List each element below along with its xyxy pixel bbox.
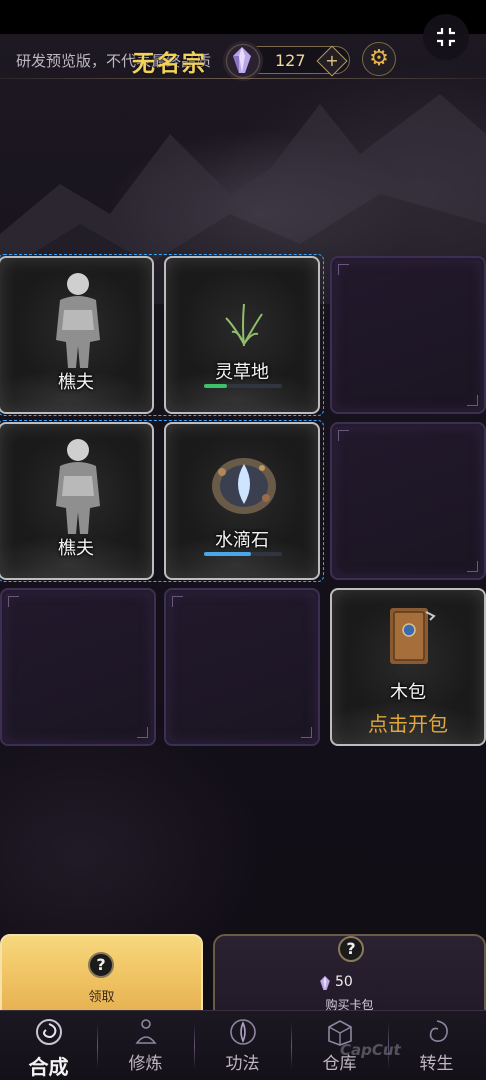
card-woodcutter[interactable]: 樵夫	[0, 422, 154, 580]
meditate-icon	[135, 1019, 157, 1044]
sect-name[interactable]: 无名宗	[132, 44, 207, 78]
tab-techniques[interactable]: 功法	[194, 1011, 291, 1080]
claim-panel[interactable]: ? 领取	[0, 934, 203, 1012]
water-drop-stone	[212, 458, 276, 514]
card-label: 水滴石	[215, 530, 269, 551]
spirit-gem-icon	[320, 976, 330, 990]
top-bar: 研发预览版，不代表最终品质 无名宗 127 + ⚙	[0, 38, 486, 84]
card-water-drop-stone[interactable]: 水滴石	[164, 422, 320, 580]
empty-slot[interactable]	[0, 588, 156, 746]
empty-slot[interactable]	[330, 256, 486, 414]
gear-icon: ⚙	[369, 46, 389, 71]
gem-counter: 127 +	[223, 41, 350, 81]
tab-rebirth[interactable]: 转生	[388, 1011, 485, 1080]
question-icon[interactable]: ?	[338, 936, 364, 962]
plus-icon: +	[325, 51, 339, 70]
nav-label: 修炼	[128, 1054, 163, 1074]
pack-price: 50	[335, 974, 353, 990]
claim-label: 领取	[88, 990, 115, 1005]
card-woodcutter[interactable]: 樵夫	[0, 256, 154, 414]
card-label: 樵夫	[58, 372, 94, 393]
tab-cultivation[interactable]: 修炼	[97, 1011, 194, 1080]
card-pack	[390, 608, 436, 664]
progress-bar	[204, 384, 282, 388]
gem-count: 127	[275, 51, 306, 70]
card-label: 樵夫	[58, 538, 94, 559]
card-label: 木包	[390, 682, 426, 703]
open-pack-label[interactable]: 点击开包	[332, 708, 484, 737]
nav-label: 合成	[28, 1055, 69, 1079]
question-icon[interactable]: ?	[88, 952, 114, 978]
card-label: 灵草地	[215, 362, 269, 383]
card-wood-pack[interactable]: 木包 点击开包	[330, 588, 486, 746]
card-spirit-herb-field[interactable]: 灵草地	[164, 256, 320, 414]
progress-fill	[204, 384, 228, 388]
nav-label: 转生	[419, 1054, 454, 1074]
progress-bar	[204, 552, 282, 556]
nav-label: 功法	[225, 1054, 260, 1074]
status-bar	[0, 0, 486, 34]
woodcutter-figure	[56, 439, 100, 534]
bottom-nav: 合成 修炼 功法 仓库 转生	[0, 1010, 486, 1080]
watermark: CapCut	[340, 1041, 401, 1059]
progress-fill	[204, 552, 251, 556]
tab-synthesis[interactable]: 合成	[0, 1011, 97, 1080]
exit-fullscreen-button[interactable]	[423, 14, 469, 60]
buy-pack-panel[interactable]: ? 50 购买卡包	[213, 934, 486, 1012]
lotus-icon	[230, 1019, 256, 1045]
spirit-herb	[225, 303, 263, 346]
empty-slot[interactable]	[330, 422, 486, 580]
spirit-gem-icon	[223, 41, 263, 81]
empty-slot[interactable]	[164, 588, 320, 746]
swirl-icon	[429, 1020, 448, 1042]
settings-button[interactable]: ⚙	[362, 42, 396, 76]
add-gems-button[interactable]: +	[316, 45, 348, 77]
woodcutter-figure	[56, 273, 100, 368]
collapse-icon	[437, 28, 455, 46]
top-divider	[0, 78, 486, 79]
vortex-icon	[36, 1019, 62, 1045]
